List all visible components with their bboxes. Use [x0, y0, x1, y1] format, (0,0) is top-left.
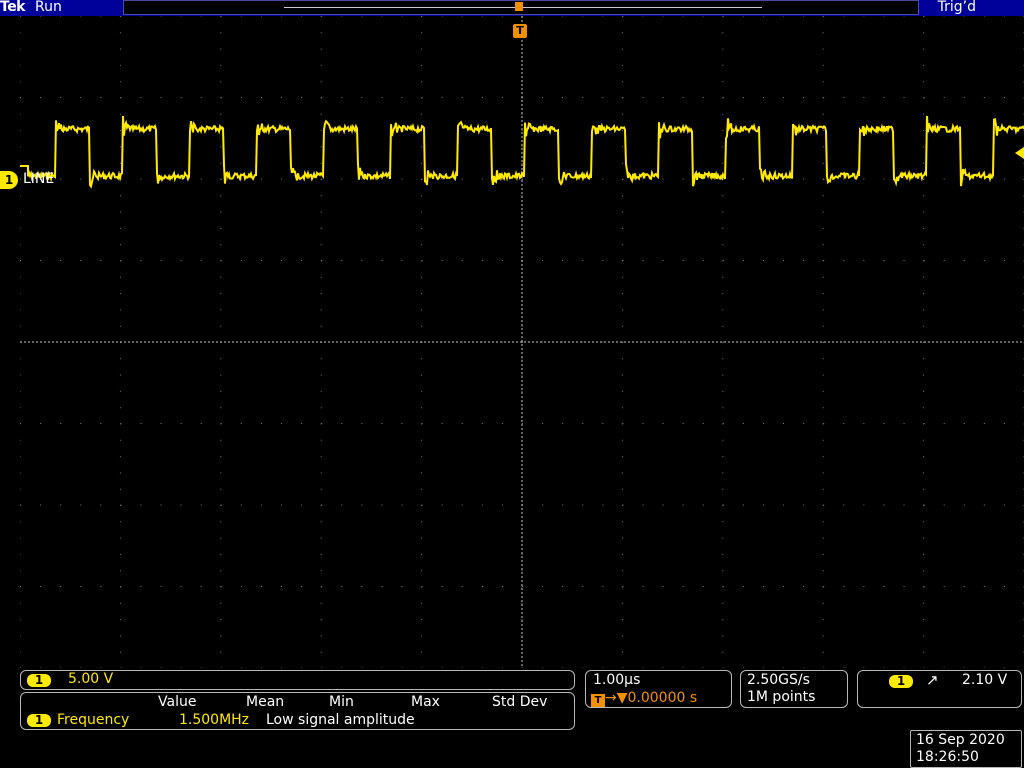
measurement-header-max: Max — [411, 694, 440, 710]
trigger-icon: T — [591, 694, 605, 707]
record-length: 1M points — [747, 689, 816, 705]
channel1-coupling-label: LINE — [23, 171, 55, 187]
status-bar: Tek Run Trig’d — [0, 0, 1024, 16]
measurement-header-mean: Mean — [246, 694, 285, 710]
trigger-level-arrow-icon[interactable] — [1015, 147, 1024, 159]
channel1-badge: 1 — [27, 674, 51, 687]
date-text: 16 Sep 2020 — [916, 732, 1005, 748]
record-window-line — [284, 7, 762, 8]
trigger-readout[interactable]: 1 ↗ 2.10 V — [857, 670, 1022, 708]
measurement-source-badge: 1 — [27, 714, 51, 727]
time-text: 18:26:50 — [916, 749, 979, 765]
sample-rate: 2.50GS/s — [747, 672, 810, 688]
trigger-position-marker-top — [515, 2, 523, 11]
waveform-graticule[interactable] — [20, 16, 1024, 668]
trigger-position-value: →▼0.00000 s — [605, 690, 698, 706]
measurement-readout[interactable]: Value Mean Min Max Std Dev 1 Frequency 1… — [20, 692, 575, 730]
measurement-header-min: Min — [329, 694, 354, 710]
measurement-value: 1.500MHz — [179, 712, 250, 728]
trigger-position-marker[interactable]: T — [513, 24, 527, 38]
measurement-status: Low signal amplitude — [266, 712, 415, 728]
timebase-value: 1.00µs — [593, 672, 641, 688]
trigger-status: Trig’d — [937, 0, 976, 15]
datetime-readout[interactable]: 16 Sep 2020 18:26:50 — [910, 730, 1022, 768]
run-status: Run — [35, 0, 62, 15]
measurement-header-std-dev: Std Dev — [492, 694, 548, 710]
measurement-name: Frequency — [57, 712, 130, 728]
channel1-scale-readout[interactable]: 1 5.00 V — [20, 670, 575, 690]
measurement-header-value: Value — [158, 694, 197, 710]
trigger-position-readout: T →▼0.00000 s — [591, 690, 697, 707]
channel1-ground-marker[interactable]: 1 — [0, 171, 18, 189]
trigger-level: 2.10 V — [962, 672, 1008, 688]
channel1-scale-value: 5.00 V — [68, 671, 114, 687]
horizontal-readout[interactable]: 1.00µs T →▼0.00000 s — [585, 670, 732, 708]
trigger-source-badge: 1 — [889, 675, 913, 688]
brand-logo: Tek — [0, 0, 26, 15]
acquisition-readout[interactable]: 2.50GS/s 1M points — [740, 670, 848, 708]
rising-edge-icon: ↗ — [926, 671, 939, 689]
record-view-bar[interactable] — [123, 0, 919, 15]
